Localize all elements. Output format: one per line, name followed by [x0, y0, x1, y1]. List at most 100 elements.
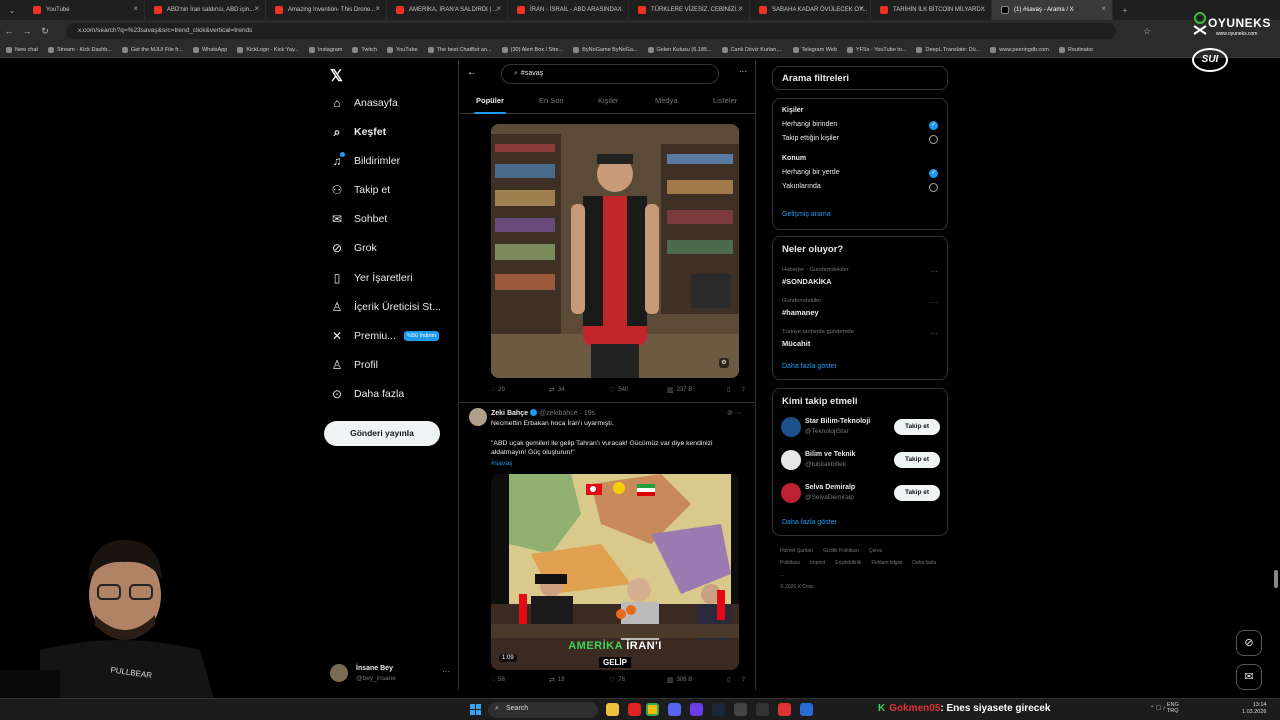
footer-link[interactable]: Gizlilik Politikası: [823, 548, 859, 554]
post-button[interactable]: Gönderi yayınla: [324, 421, 440, 446]
bookmark-icon[interactable]: ▯: [727, 676, 730, 683]
browser-tab[interactable]: ABD'nin İran saldırısı, ABD için... ×: [145, 0, 266, 20]
app-icon[interactable]: [756, 703, 769, 716]
nav-item-more-circle[interactable]: ⊙ Daha fazla: [330, 387, 404, 401]
browser-tab[interactable]: SABAHA KADAR ÖVÜLECEK OY... ×: [750, 0, 871, 20]
hashtag-link[interactable]: #savaş: [491, 459, 746, 468]
browser-tab[interactable]: Amazing Invention- This Drone... ×: [266, 0, 387, 20]
trend-item[interactable]: #hamaney: [782, 308, 819, 317]
close-icon[interactable]: ×: [617, 4, 622, 13]
reply-button[interactable]: ◌ 58: [491, 676, 505, 683]
like-button[interactable]: ♡ 540: [609, 386, 628, 394]
tab-search-dropdown[interactable]: ⌄: [0, 0, 24, 20]
follow-button[interactable]: Takip et: [894, 485, 940, 501]
nav-item-creator[interactable]: ♙ İçerik Üreticisi St...: [330, 300, 441, 314]
nav-item-person-add[interactable]: ⚇ Takip et: [330, 183, 391, 197]
bookmark-item[interactable]: Canlı Döviz Kurları,...: [721, 46, 783, 53]
post-video-thumbnail[interactable]: AMERİKA İRAN'I GELİP 1:09: [491, 474, 739, 670]
advanced-search-link[interactable]: Gelişmiş arama: [782, 211, 831, 218]
bookmark-item[interactable]: WhatsApp: [192, 46, 227, 53]
trend-item[interactable]: Mücahit: [782, 339, 810, 348]
file-explorer-icon[interactable]: [606, 703, 619, 716]
repost-button[interactable]: ⇄ 34: [549, 386, 565, 394]
filter-following[interactable]: Takip ettiğin kişiler: [782, 135, 839, 142]
bookmark-item[interactable]: YouTube: [386, 46, 418, 53]
grok-icon[interactable]: ⊘ ···: [727, 409, 742, 417]
nav-item-grok[interactable]: ⊘ Grok: [330, 241, 377, 255]
close-icon[interactable]: ×: [738, 4, 743, 13]
follow-button[interactable]: Takip et: [894, 452, 940, 468]
filter-nearby[interactable]: Yakınlarında: [782, 183, 821, 190]
steam-icon[interactable]: [712, 703, 725, 716]
close-icon[interactable]: ×: [375, 4, 380, 13]
radio-anywhere[interactable]: [929, 169, 938, 178]
share-icon[interactable]: ⇪: [741, 386, 746, 393]
search-input[interactable]: ⌕ #savaş: [501, 64, 719, 84]
close-icon[interactable]: ×: [980, 4, 985, 13]
nav-item-bookmark[interactable]: ▯ Yer İşaretleri: [330, 271, 413, 285]
close-icon[interactable]: ×: [1101, 4, 1106, 13]
chrome-icon[interactable]: [646, 703, 659, 716]
radio-nearby[interactable]: [929, 183, 938, 192]
suggested-account-name[interactable]: Star Bilim-Teknoloji: [805, 418, 870, 425]
bookmark-item[interactable]: New chat: [6, 46, 38, 53]
reply-button[interactable]: ◌ 20: [491, 386, 505, 393]
app-icon[interactable]: [800, 703, 813, 716]
discord-icon[interactable]: [668, 703, 681, 716]
more-dots-icon[interactable]: ···: [930, 267, 938, 276]
avatar[interactable]: [781, 417, 801, 437]
more-dots-icon[interactable]: ···: [930, 329, 938, 338]
avatar[interactable]: [781, 483, 801, 503]
tab-latest[interactable]: En Son: [539, 96, 564, 105]
share-icon[interactable]: ⇪: [741, 676, 746, 683]
avatar[interactable]: [469, 408, 487, 426]
bookmark-item[interactable]: YFSs - YouTube to...: [846, 46, 906, 53]
filter-anyone[interactable]: Herhangi birinden: [782, 121, 837, 128]
close-icon[interactable]: ×: [133, 4, 138, 13]
tab-lists[interactable]: Listeler: [713, 96, 737, 105]
taskbar-search[interactable]: ⌕ Search: [488, 702, 598, 718]
bookmark-item[interactable]: The best ChatBot an...: [427, 46, 492, 53]
browser-tab[interactable]: İRAN - İSRAİL - ABD ARASINDA... ×: [508, 0, 629, 20]
bookmark-item[interactable]: Instagram: [308, 46, 342, 53]
browser-tab[interactable]: TÜRKLERE VİZESİZ, CEBİNİZİ... ×: [629, 0, 750, 20]
browser-tab[interactable]: TARİHİN İLK BİTCOİN MİLYARD... ×: [871, 0, 992, 20]
views-button[interactable]: ▥ 237 B: [667, 386, 692, 394]
more-dots-icon[interactable]: ···: [442, 667, 450, 676]
browser-tab[interactable]: AMERİKA, İRAN'A SALDIRDI | ... ×: [387, 0, 508, 20]
bookmark-item[interactable]: www.peeringdb.com: [990, 46, 1049, 53]
nav-item-search[interactable]: ⌕ Keşfet: [330, 125, 386, 139]
reload-icon[interactable]: ↻: [36, 26, 54, 37]
radio-following[interactable]: [929, 135, 938, 144]
show-more-follow-link[interactable]: Daha fazla göster: [782, 519, 837, 526]
obs-icon[interactable]: [734, 703, 747, 716]
bookmark-item[interactable]: Twitch: [352, 46, 377, 53]
app-icon[interactable]: [690, 703, 703, 716]
nav-item-home[interactable]: ⌂ Anasayfa: [330, 96, 397, 110]
footer-link[interactable]: Hizmet Şartları: [780, 548, 813, 554]
system-tray[interactable]: ⌃ ☐ ♪ ENG TRQ: [1150, 702, 1179, 714]
opera-icon[interactable]: [628, 703, 641, 716]
bookmark-item[interactable]: Gelen Kutusu (6.185...: [647, 46, 712, 53]
close-icon[interactable]: ×: [254, 4, 259, 13]
tab-people[interactable]: Kişiler: [598, 96, 618, 105]
post-video-thumbnail[interactable]: ⚙: [491, 124, 739, 378]
back-arrow-icon[interactable]: ←: [0, 26, 18, 36]
bookmark-item[interactable]: Get the MJUI File fr...: [121, 46, 183, 53]
windows-start-icon[interactable]: [470, 704, 481, 715]
browser-tab[interactable]: YouTube ×: [24, 0, 145, 20]
footer-link[interactable]: Erişilebilirlik: [835, 560, 861, 566]
bookmark-item[interactable]: KickLogo - Kick Yay...: [237, 46, 299, 53]
more-dots-icon[interactable]: ···: [739, 67, 747, 76]
grok-floating-button[interactable]: ⊘: [1236, 630, 1262, 656]
app-icon[interactable]: [778, 703, 791, 716]
follow-button[interactable]: Takip et: [894, 419, 940, 435]
nav-item-bell[interactable]: ♫ Bildirimler: [330, 152, 400, 168]
bookmark-item[interactable]: Stream - Kick Dashb...: [47, 46, 112, 53]
trend-item[interactable]: #SONDAKİKA: [782, 277, 832, 286]
star-icon[interactable]: ☆: [1138, 26, 1156, 37]
nav-item-mail[interactable]: ✉ Sohbet: [330, 212, 387, 226]
x-logo-icon[interactable]: 𝕏: [330, 66, 343, 86]
tab-media[interactable]: Medya: [655, 96, 678, 105]
bookmark-item[interactable]: Routinator: [1058, 46, 1093, 53]
